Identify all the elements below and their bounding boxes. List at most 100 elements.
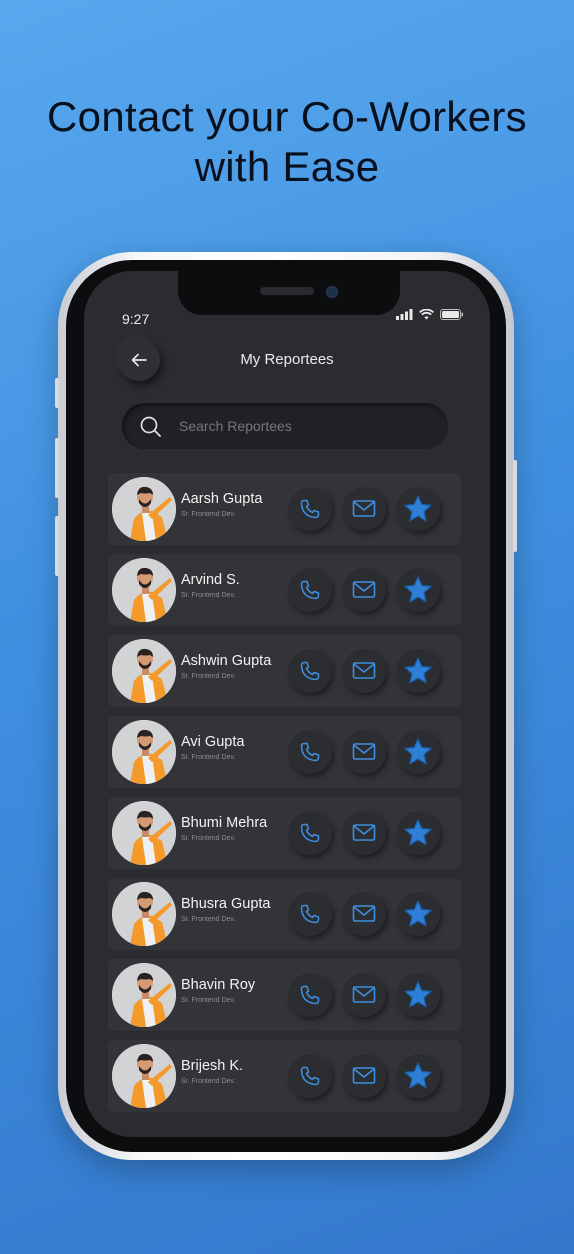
avatar (112, 477, 176, 541)
call-button[interactable] (288, 811, 332, 855)
wifi-icon (419, 309, 434, 320)
star-icon (404, 657, 432, 684)
favorite-button[interactable] (396, 892, 440, 936)
phone-icon (300, 823, 320, 843)
email-button[interactable] (342, 973, 386, 1017)
contact-name: Avi Gupta (181, 734, 245, 750)
headline-line-1: Contact your Co-Workers (47, 93, 527, 140)
avatar-illustration (112, 882, 176, 946)
email-button[interactable] (342, 568, 386, 612)
contact-card[interactable]: Bhavin Roy Sr. Frontend Dev. (108, 959, 461, 1031)
star-icon (404, 900, 432, 927)
avatar (112, 558, 176, 622)
contact-card[interactable]: Bhumi Mehra Sr. Frontend Dev. (108, 797, 461, 869)
email-button[interactable] (342, 892, 386, 936)
contact-name: Bhavin Roy (181, 977, 256, 993)
contact-name: Ashwin Gupta (181, 653, 272, 669)
star-icon (404, 819, 432, 846)
search-placeholder: Search Reportees (179, 418, 292, 434)
phone-icon (300, 580, 320, 600)
favorite-button[interactable] (396, 1054, 440, 1098)
phone-icon (300, 904, 320, 924)
email-button[interactable] (342, 811, 386, 855)
mail-icon (352, 905, 376, 922)
email-button[interactable] (342, 730, 386, 774)
star-icon (404, 495, 432, 522)
avatar-illustration (112, 477, 176, 541)
contact-card[interactable]: Bhusra Gupta Sr. Frontend Dev. (108, 878, 461, 950)
email-button[interactable] (342, 487, 386, 531)
avatar-illustration (112, 639, 176, 703)
call-button[interactable] (288, 568, 332, 612)
mail-icon (352, 662, 376, 679)
favorite-button[interactable] (396, 568, 440, 612)
power-button (513, 460, 517, 552)
contact-name: Aarsh Gupta (181, 491, 263, 507)
mute-switch (55, 378, 59, 408)
call-button[interactable] (288, 892, 332, 936)
contact-role: Sr. Frontend Dev. (181, 673, 236, 680)
star-icon (404, 576, 432, 603)
contact-list: Aarsh Gupta Sr. Frontend Dev. Arvind S. … (108, 473, 461, 1121)
contact-role: Sr. Frontend Dev. (181, 754, 236, 761)
contact-name: Arvind S. (181, 572, 240, 588)
avatar (112, 801, 176, 865)
search-input[interactable]: Search Reportees (122, 403, 448, 449)
star-icon (404, 738, 432, 765)
avatar (112, 882, 176, 946)
avatar-illustration (112, 558, 176, 622)
battery-icon (440, 309, 464, 320)
contact-card[interactable]: Aarsh Gupta Sr. Frontend Dev. (108, 473, 461, 545)
signal-icon (396, 309, 413, 320)
favorite-button[interactable] (396, 730, 440, 774)
contact-name: Bhusra Gupta (181, 896, 271, 912)
status-time: 9:27 (122, 311, 150, 327)
favorite-button[interactable] (396, 811, 440, 855)
call-button[interactable] (288, 649, 332, 693)
volume-down-button (55, 516, 59, 576)
contact-name: Brijesh K. (181, 1058, 244, 1074)
phone-icon (300, 661, 320, 681)
mail-icon (352, 986, 376, 1003)
call-button[interactable] (288, 1054, 332, 1098)
page-title: My Reportees (240, 351, 334, 368)
favorite-button[interactable] (396, 487, 440, 531)
contact-role: Sr. Frontend Dev. (181, 511, 236, 518)
volume-up-button (55, 438, 59, 498)
avatar-illustration (112, 1044, 176, 1108)
phone-screen: 9:27 My Reportees Search Reportees Aarsh… (84, 271, 490, 1137)
contact-card[interactable]: Avi Gupta Sr. Frontend Dev. (108, 716, 461, 788)
avatar-illustration (112, 720, 176, 784)
call-button[interactable] (288, 730, 332, 774)
email-button[interactable] (342, 649, 386, 693)
mail-icon (352, 581, 376, 598)
contact-role: Sr. Frontend Dev. (181, 1078, 236, 1085)
contact-role: Sr. Frontend Dev. (181, 916, 236, 923)
headline-line-2: with Ease (194, 143, 380, 190)
avatar (112, 639, 176, 703)
front-camera (326, 286, 338, 298)
contact-card[interactable]: Brijesh K. Sr. Frontend Dev. (108, 1040, 461, 1112)
avatar-illustration (112, 801, 176, 865)
mail-icon (352, 1067, 376, 1084)
mail-icon (352, 743, 376, 760)
phone-icon (300, 985, 320, 1005)
mail-icon (352, 824, 376, 841)
contact-card[interactable]: Ashwin Gupta Sr. Frontend Dev. (108, 635, 461, 707)
phone-icon (300, 499, 320, 519)
phone-icon (300, 1066, 320, 1086)
call-button[interactable] (288, 487, 332, 531)
star-icon (404, 981, 432, 1008)
contact-card[interactable]: Arvind S. Sr. Frontend Dev. (108, 554, 461, 626)
avatar-illustration (112, 963, 176, 1027)
email-button[interactable] (342, 1054, 386, 1098)
favorite-button[interactable] (396, 973, 440, 1017)
mail-icon (352, 500, 376, 517)
favorite-button[interactable] (396, 649, 440, 693)
call-button[interactable] (288, 973, 332, 1017)
contact-role: Sr. Frontend Dev. (181, 835, 236, 842)
status-icons (396, 309, 464, 320)
star-icon (404, 1062, 432, 1089)
phone-icon (300, 742, 320, 762)
search-icon (140, 416, 161, 437)
